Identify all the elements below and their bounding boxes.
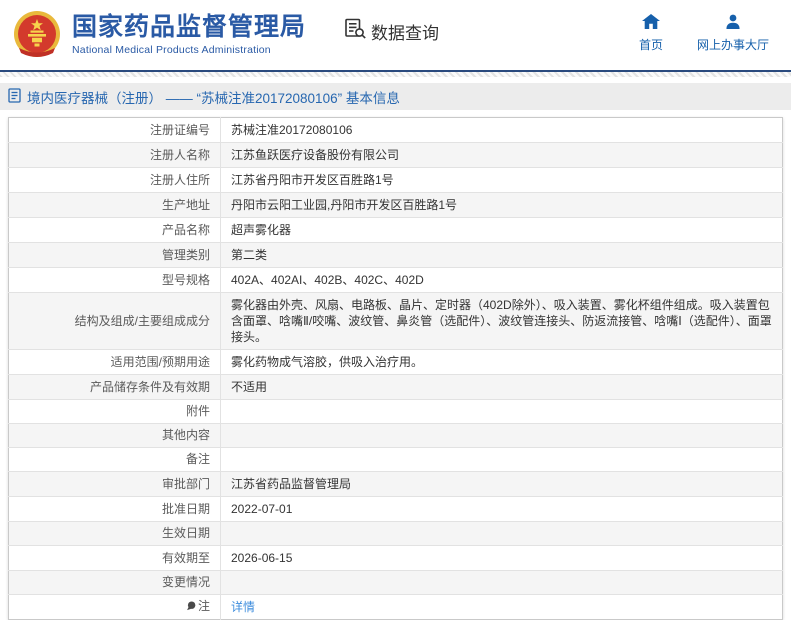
details-link[interactable]: 详情 bbox=[231, 600, 255, 614]
nav-home[interactable]: 首页 bbox=[638, 13, 663, 53]
info-table-body: 注册证编号 苏械注准20172080106 注册人名称 江苏鱼跃医疗设备股份有限… bbox=[8, 117, 783, 620]
table-row: 其他内容 bbox=[8, 423, 783, 448]
row-label: 适用范围/预期用途 bbox=[8, 349, 221, 375]
row-label: 批准日期 bbox=[8, 496, 221, 522]
nav-service-hall-label: 网上办事大厅 bbox=[696, 37, 769, 52]
top-nav: 首页 网上办事大厅 bbox=[638, 13, 769, 53]
site-header: 国家药品监督管理局 National Medical Products Admi… bbox=[0, 0, 791, 70]
row-label: 其他内容 bbox=[8, 423, 221, 448]
table-row: 变更情况 bbox=[8, 570, 783, 595]
row-label: 注 bbox=[8, 594, 221, 620]
document-icon bbox=[8, 87, 21, 106]
table-row: 注册人名称 江苏鱼跃医疗设备股份有限公司 bbox=[8, 142, 783, 168]
row-value bbox=[220, 399, 783, 424]
row-label: 产品储存条件及有效期 bbox=[8, 374, 221, 400]
table-row: 注册人住所 江苏省丹阳市开发区百胜路1号 bbox=[8, 167, 783, 193]
detail-table-wrap: 注册证编号 苏械注准20172080106 注册人名称 江苏鱼跃医疗设备股份有限… bbox=[0, 110, 791, 620]
row-value bbox=[220, 570, 783, 595]
nav-service-hall[interactable]: 网上办事大厅 bbox=[697, 14, 769, 53]
table-row: 有效期至 2026-06-15 bbox=[8, 545, 783, 571]
row-label: 注册证编号 bbox=[8, 117, 221, 143]
row-value bbox=[220, 521, 783, 546]
table-row: 型号规格 402A、402AI、402B、402C、402D bbox=[8, 267, 783, 293]
row-label: 注册人住所 bbox=[8, 167, 221, 193]
data-query-section[interactable]: 数据查询 bbox=[344, 18, 439, 44]
row-label: 管理类别 bbox=[8, 242, 221, 268]
row-label: 产品名称 bbox=[8, 217, 221, 243]
row-label: 变更情况 bbox=[8, 570, 221, 595]
table-row: 产品储存条件及有效期 不适用 bbox=[8, 374, 783, 400]
data-query-icon bbox=[344, 18, 367, 44]
table-row: 管理类别 第二类 bbox=[8, 242, 783, 268]
note-icon bbox=[186, 600, 196, 615]
row-value: 不适用 bbox=[220, 374, 783, 400]
row-value bbox=[220, 423, 783, 448]
breadcrumb-title: 境内医疗器械（注册） —— “苏械注准20172080106” 基本信息 bbox=[27, 90, 400, 106]
table-row: 注 详情 bbox=[8, 594, 783, 620]
row-label: 型号规格 bbox=[8, 267, 221, 293]
site-subtitle: National Medical Products Administration bbox=[72, 43, 271, 56]
row-label: 结构及组成/主要组成成分 bbox=[8, 292, 221, 350]
row-label: 备注 bbox=[8, 447, 221, 472]
row-value: 江苏省丹阳市开发区百胜路1号 bbox=[220, 167, 783, 193]
table-row: 结构及组成/主要组成成分 雾化器由外壳、风扇、电路板、晶片、定时器（402D除外… bbox=[8, 292, 783, 350]
row-label: 生效日期 bbox=[8, 521, 221, 546]
row-value: 详情 bbox=[220, 594, 783, 620]
row-value: 苏械注准20172080106 bbox=[231, 123, 353, 137]
row-value: 第二类 bbox=[220, 242, 783, 268]
row-label: 注册人名称 bbox=[8, 142, 221, 168]
user-icon bbox=[725, 14, 741, 32]
row-label: 有效期至 bbox=[8, 545, 221, 571]
row-value: 雾化药物成气溶胶，供吸入治疗用。 bbox=[220, 349, 783, 375]
row-value bbox=[220, 447, 783, 472]
row-value: 江苏省药品监督管理局 bbox=[220, 471, 783, 497]
row-label: 生产地址 bbox=[8, 192, 221, 218]
table-row: 附件 bbox=[8, 399, 783, 424]
row-value: 丹阳市云阳工业园,丹阳市开发区百胜路1号 bbox=[220, 192, 783, 218]
row-value: 雾化器由外壳、风扇、电路板、晶片、定时器（402D除外）、吸入装置、雾化杯组件组… bbox=[220, 292, 783, 350]
site-title-block: 国家药品监督管理局 National Medical Products Admi… bbox=[72, 13, 307, 56]
table-row: 审批部门 江苏省药品监督管理局 bbox=[8, 471, 783, 497]
table-row: 生效日期 bbox=[8, 521, 783, 546]
header-divider-hatch bbox=[0, 72, 791, 77]
row-value: 2022-07-01 bbox=[220, 496, 783, 522]
table-row: 注册证编号 苏械注准20172080106 bbox=[8, 117, 783, 143]
nav-home-label: 首页 bbox=[638, 37, 663, 52]
row-label: 审批部门 bbox=[8, 471, 221, 497]
device-info-table: 注册证编号 苏械注准20172080106 注册人名称 江苏鱼跃医疗设备股份有限… bbox=[8, 117, 783, 620]
table-row: 备注 bbox=[8, 447, 783, 472]
home-icon bbox=[641, 13, 660, 32]
logo-block: 国家药品监督管理局 National Medical Products Admi… bbox=[12, 10, 306, 60]
breadcrumb: 境内医疗器械（注册） —— “苏械注准20172080106” 基本信息 bbox=[0, 83, 791, 110]
table-row: 生产地址 丹阳市云阳工业园,丹阳市开发区百胜路1号 bbox=[8, 192, 783, 218]
site-title: 国家药品监督管理局 bbox=[72, 13, 307, 42]
table-row: 批准日期 2022-07-01 bbox=[8, 496, 783, 522]
table-row: 适用范围/预期用途 雾化药物成气溶胶，供吸入治疗用。 bbox=[8, 349, 783, 375]
data-query-label: 数据查询 bbox=[371, 23, 440, 43]
national-emblem-logo bbox=[12, 10, 62, 60]
row-label: 附件 bbox=[8, 399, 221, 424]
row-value: 江苏鱼跃医疗设备股份有限公司 bbox=[220, 142, 783, 168]
row-value: 2026-06-15 bbox=[220, 545, 783, 571]
row-value: 超声雾化器 bbox=[220, 217, 783, 243]
table-row: 产品名称 超声雾化器 bbox=[8, 217, 783, 243]
row-value: 402A、402AI、402B、402C、402D bbox=[220, 267, 783, 293]
